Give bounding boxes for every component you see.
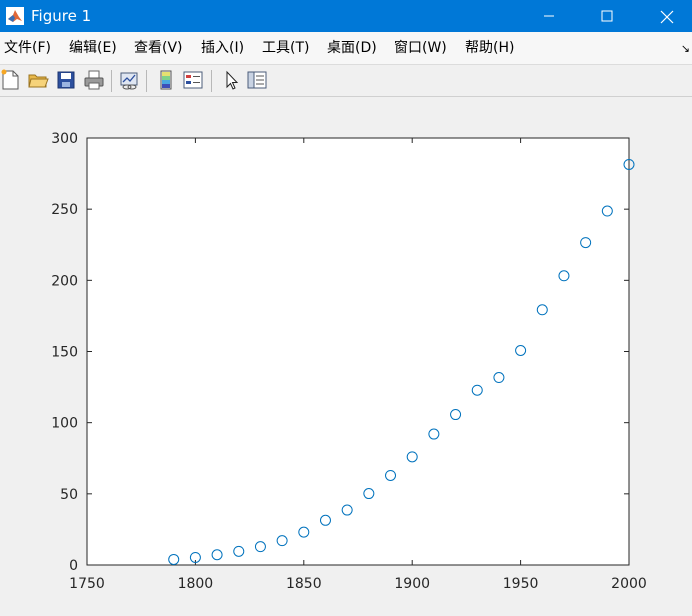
toolbar-separator xyxy=(146,70,147,92)
menu-bar: 文件(F) 编辑(E) 查看(V) 插入(I) 工具(T) 桌面(D) 窗口(W… xyxy=(0,32,692,65)
y-tick-label: 0 xyxy=(69,558,78,574)
y-tick-label: 100 xyxy=(51,416,78,432)
close-icon xyxy=(660,10,674,24)
open-file-icon[interactable] xyxy=(27,69,49,91)
y-tick-label: 300 xyxy=(51,131,78,147)
x-tick-label: 1950 xyxy=(503,576,539,592)
insert-colorbar-icon[interactable] xyxy=(155,69,177,91)
minimize-button[interactable] xyxy=(526,0,572,32)
figure-toolbar xyxy=(0,65,692,97)
x-tick-label: 1800 xyxy=(178,576,214,592)
title-bar: Figure 1 xyxy=(0,0,692,32)
maximize-button[interactable] xyxy=(584,0,630,32)
edit-plot-pointer-icon[interactable] xyxy=(220,69,242,91)
property-inspector-icon[interactable] xyxy=(246,69,268,91)
menu-overflow-icon[interactable]: ↘ xyxy=(681,42,690,55)
x-tick-label: 1750 xyxy=(69,576,105,592)
matlab-logo-icon xyxy=(6,7,24,25)
menu-view[interactable]: 查看(V) xyxy=(134,40,183,57)
figure-canvas: 1750 1800 1850 1900 1950 2000 0 50 100 150 200 250 3… xyxy=(0,97,692,616)
menu-edit[interactable]: 编辑(E) xyxy=(69,40,117,57)
scatter-chart[interactable]: 1750 1800 1850 1900 1950 2000 0 50 100 150 200 250 3… xyxy=(0,97,692,616)
y-tick-label: 250 xyxy=(51,202,78,218)
y-tick-label: 200 xyxy=(51,273,78,289)
x-tick-label: 2000 xyxy=(611,576,647,592)
minimize-icon xyxy=(544,15,554,17)
x-tick-label: 1900 xyxy=(394,576,430,592)
new-figure-icon[interactable] xyxy=(0,69,22,91)
menu-help[interactable]: 帮助(H) xyxy=(465,40,514,57)
menu-desktop[interactable]: 桌面(D) xyxy=(327,40,377,57)
maximize-icon xyxy=(601,10,613,22)
y-tick-label: 50 xyxy=(60,487,78,503)
toolbar-separator xyxy=(211,70,212,92)
window-title: Figure 1 xyxy=(31,7,92,25)
link-plot-icon[interactable] xyxy=(118,69,140,91)
print-icon[interactable] xyxy=(83,69,105,91)
axes-background xyxy=(87,138,629,565)
save-icon[interactable] xyxy=(55,69,77,91)
menu-insert[interactable]: 插入(I) xyxy=(201,40,244,57)
y-tick-label: 150 xyxy=(51,345,78,361)
menu-file[interactable]: 文件(F) xyxy=(4,40,51,57)
x-tick-label: 1850 xyxy=(286,576,322,592)
insert-legend-icon[interactable] xyxy=(182,69,204,91)
toolbar-separator xyxy=(111,70,112,92)
menu-tools[interactable]: 工具(T) xyxy=(262,40,309,57)
menu-window[interactable]: 窗口(W) xyxy=(394,40,447,57)
close-button[interactable] xyxy=(643,0,689,32)
